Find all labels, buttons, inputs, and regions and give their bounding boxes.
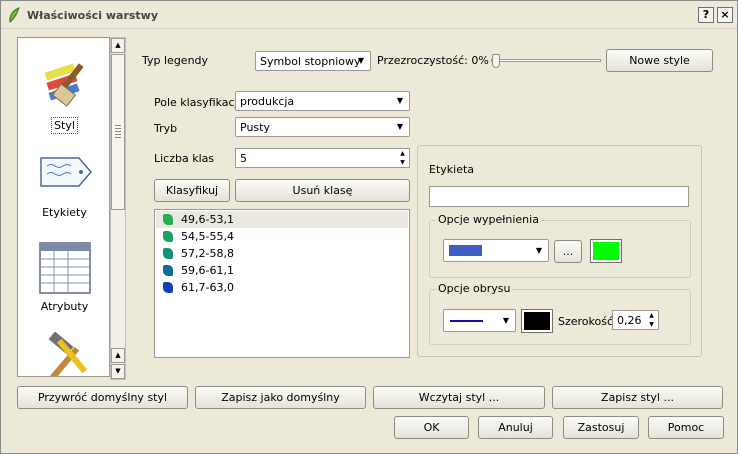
sidebar-item-style[interactable]: Styl xyxy=(18,58,109,134)
sidebar-item-tools[interactable] xyxy=(18,331,109,376)
stroke-color-button[interactable] xyxy=(521,309,553,333)
legend-type-select[interactable]: Symbol stopniowy ▼ xyxy=(255,51,371,71)
class-label: 54,5-55,4 xyxy=(181,230,234,243)
sidebar-item-labels[interactable]: Etykiety xyxy=(18,150,109,220)
label-input[interactable] xyxy=(429,186,689,207)
cancel-button[interactable]: Anuluj xyxy=(478,416,553,439)
mode-label: Tryb xyxy=(154,122,178,135)
classify-button[interactable]: Klasyfikuj xyxy=(154,179,230,202)
symbol-swatch xyxy=(163,248,173,259)
class-label: 49,6-53,1 xyxy=(181,213,234,226)
label-title: Etykieta xyxy=(429,163,475,176)
symbol-swatch xyxy=(163,231,173,242)
spin-down-icon[interactable]: ▼ xyxy=(645,320,658,329)
list-item[interactable]: 57,2-58,8 xyxy=(156,245,408,262)
new-style-button[interactable]: Nowe style xyxy=(606,49,713,72)
class-count-label: Liczba klas xyxy=(154,152,215,165)
fill-more-button[interactable]: ... xyxy=(554,240,582,263)
sidebar-item-label: Styl xyxy=(51,117,78,134)
width-value: 0,26 xyxy=(617,314,642,327)
save-default-button[interactable]: Zapisz jako domyślny xyxy=(195,386,366,409)
spin-up-icon[interactable]: ▲ xyxy=(645,311,658,320)
mode-select[interactable]: Pusty ▼ xyxy=(235,117,410,137)
spin-down-icon[interactable]: ▼ xyxy=(396,158,409,167)
chevron-down-icon: ▼ xyxy=(357,56,365,65)
apply-button[interactable]: Zastosuj xyxy=(563,416,639,439)
class-count-value: 5 xyxy=(240,152,247,165)
brush-icon xyxy=(43,63,84,107)
list-item[interactable]: 49,6-53,1 xyxy=(156,211,408,228)
mode-value: Pusty xyxy=(240,121,270,134)
class-field-value: produkcja xyxy=(240,95,295,108)
class-field-label: Pole klasyfikacji xyxy=(154,96,241,109)
chevron-down-icon: ▼ xyxy=(396,122,404,131)
chevron-down-icon: ▼ xyxy=(535,246,543,255)
spin-up-icon[interactable]: ▲ xyxy=(396,149,409,158)
legend-type-label: Typ legendy xyxy=(142,54,209,67)
list-item[interactable]: 61,7-63,0 xyxy=(156,279,408,296)
stroke-color-swatch xyxy=(524,312,550,330)
list-item[interactable]: 59,6-61,1 xyxy=(156,262,408,279)
help-title-button[interactable]: ? xyxy=(698,7,714,23)
title-bar: Właściwości warstwy ? × xyxy=(1,1,737,29)
scroll-up-icon[interactable]: ▲ xyxy=(111,38,125,53)
layer-properties-dialog: Właściwości warstwy ? × Styl Etykiety At… xyxy=(0,0,738,454)
class-list[interactable]: 49,6-53,1 54,5-55,4 57,2-58,8 59,6-61,1 … xyxy=(154,209,410,358)
label-tag-icon xyxy=(39,157,92,187)
sidebar-scrollbar[interactable]: ▲ ▲ ▼ xyxy=(110,37,126,380)
stroke-options-group: Opcje obrysu ▼ Szerokość 0,26 ▲ ▼ xyxy=(429,282,691,345)
help-button[interactable]: Pomoc xyxy=(648,416,724,439)
sidebar: Styl Etykiety Atrybuty xyxy=(17,37,110,377)
save-style-button[interactable]: Zapisz styl ... xyxy=(552,386,723,409)
sidebar-item-label: Atrybuty xyxy=(40,300,89,313)
table-icon xyxy=(38,242,91,294)
tools-icon xyxy=(48,331,87,376)
symbol-swatch xyxy=(163,265,173,276)
window-title: Właściwości warstwy xyxy=(27,9,159,22)
close-button[interactable]: × xyxy=(717,7,733,23)
symbol-swatch xyxy=(163,282,173,293)
ok-button[interactable]: OK xyxy=(394,416,469,439)
slider-handle[interactable] xyxy=(492,54,500,68)
legend-type-value: Symbol stopniowy xyxy=(260,55,361,68)
stroke-style-line xyxy=(450,320,483,322)
qgis-icon xyxy=(9,7,20,23)
sidebar-item-label: Etykiety xyxy=(42,206,87,219)
restore-default-button[interactable]: Przywróć domyślny styl xyxy=(17,386,188,409)
transparency-label: Przezroczystość: 0% xyxy=(377,54,489,67)
width-label: Szerokość xyxy=(558,315,614,328)
transparency-slider[interactable] xyxy=(491,54,601,68)
class-field-select[interactable]: produkcja ▼ xyxy=(235,91,410,111)
width-spinbox[interactable]: 0,26 ▲ ▼ xyxy=(612,310,659,330)
stroke-options-title: Opcje obrysu xyxy=(436,282,513,295)
grip-icon xyxy=(115,125,121,139)
list-item[interactable]: 54,5-55,4 xyxy=(156,228,408,245)
class-label: 57,2-58,8 xyxy=(181,247,234,260)
fill-color-button[interactable] xyxy=(590,239,622,263)
remove-class-button[interactable]: Usuń klasę xyxy=(235,179,410,202)
load-style-button[interactable]: Wczytaj styl ... xyxy=(373,386,545,409)
fill-options-group: Opcje wypełnienia ▼ ... xyxy=(429,213,691,278)
class-label: 61,7-63,0 xyxy=(181,281,234,294)
scroll-up-icon[interactable]: ▲ xyxy=(111,348,125,363)
fill-style-select[interactable]: ▼ xyxy=(443,239,549,262)
sidebar-item-attributes[interactable]: Atrybuty xyxy=(18,240,109,314)
scroll-down-icon[interactable]: ▼ xyxy=(111,364,125,379)
symbol-swatch xyxy=(163,214,173,225)
fill-style-swatch xyxy=(449,245,482,256)
class-label: 59,6-61,1 xyxy=(181,264,234,277)
chevron-down-icon: ▼ xyxy=(396,96,404,105)
symbol-panel: Etykieta Opcje wypełnienia ▼ ... Opcje o… xyxy=(417,145,702,357)
stroke-style-select[interactable]: ▼ xyxy=(443,309,516,332)
fill-color-swatch xyxy=(593,242,619,260)
fill-options-title: Opcje wypełnienia xyxy=(436,213,541,226)
chevron-down-icon: ▼ xyxy=(502,316,510,325)
scroll-thumb[interactable] xyxy=(111,54,125,210)
class-count-spinbox[interactable]: 5 ▲ ▼ xyxy=(235,148,410,168)
